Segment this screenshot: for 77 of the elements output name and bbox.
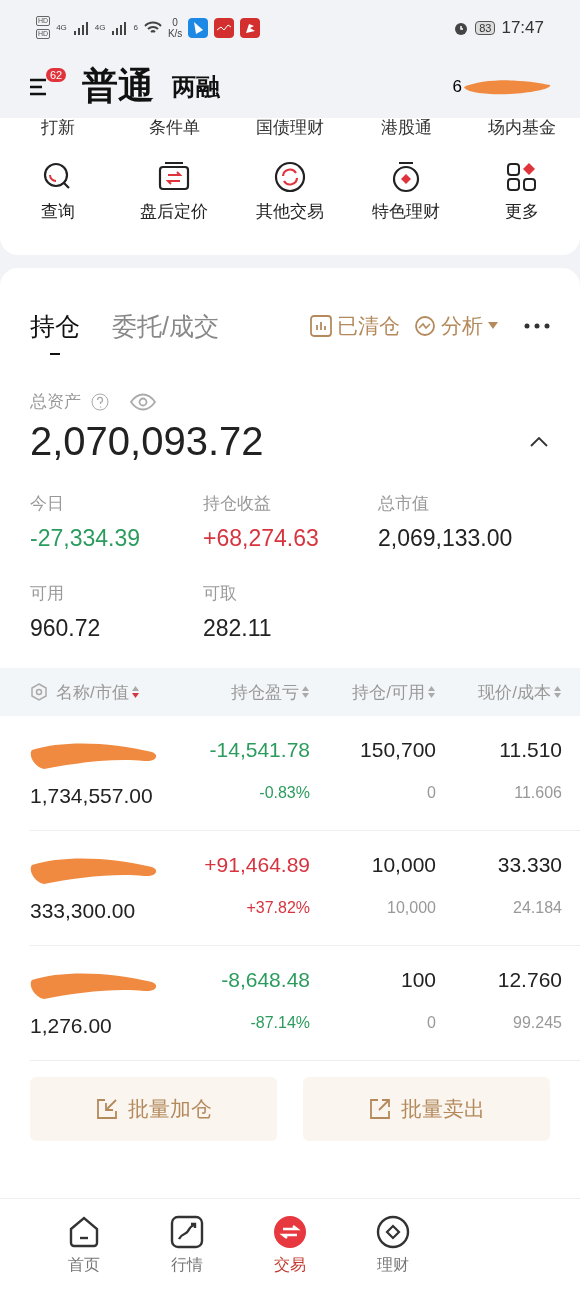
speed-value: 0 <box>172 16 178 28</box>
menu-item[interactable]: 更多 <box>505 200 539 223</box>
stat-label: 可用 <box>30 583 65 605</box>
chart-icon[interactable] <box>169 1215 204 1249</box>
stat-label: 总市值 <box>378 493 430 515</box>
stat-value: 282.11 <box>203 615 273 642</box>
wifi-icon <box>143 20 162 35</box>
account-tab[interactable]: 普通 <box>82 62 154 111</box>
table-cell-text: 12.760 <box>496 968 562 993</box>
table-cell-text: 0 <box>426 784 436 803</box>
more-icon[interactable] <box>524 323 550 329</box>
notification-badge: 62 <box>46 67 67 82</box>
table-cell-text: 11.606 <box>513 784 562 803</box>
nav-tab[interactable]: 理财 <box>377 1255 410 1276</box>
table-cell-text: 33.330 <box>496 853 562 878</box>
table-cell-text: 1,276.00 <box>30 1014 113 1038</box>
signal-icon <box>72 20 89 35</box>
table-cell-text: 99.245 <box>512 1014 562 1033</box>
table-cell-text: -87.14% <box>249 1014 310 1033</box>
menu-item[interactable]: 其他交易 <box>256 200 324 223</box>
app-icon <box>240 17 261 38</box>
stat-value: -27,334.39 <box>30 525 141 552</box>
stat-label: 今日 <box>30 493 65 515</box>
menu-item[interactable]: 条件单 <box>116 118 232 138</box>
table-cell-text: 0 <box>426 1014 436 1033</box>
clock-time: 17:47 <box>501 17 544 38</box>
table-cell-text: 11.510 <box>498 738 562 763</box>
table-cell-text: +37.82% <box>245 899 310 918</box>
app-icon <box>214 17 235 38</box>
nav-tab[interactable]: 行情 <box>170 1255 203 1276</box>
import-icon <box>95 1098 118 1120</box>
table-cell-text: +91,464.89 <box>203 853 310 878</box>
tab[interactable]: 委托/成交 <box>112 309 219 355</box>
table-cell-text: 150,700 <box>359 738 436 763</box>
network-label: 4G <box>56 23 67 32</box>
account-number: 6 <box>452 76 462 97</box>
trend-icon[interactable] <box>414 315 436 337</box>
table-cell-text: 10,000 <box>386 899 436 918</box>
stat-value: 960.72 <box>30 615 102 642</box>
total-assets-value: 2,070,093.72 <box>30 419 264 464</box>
table-cell-text: -14,541.78 <box>208 738 310 763</box>
dropdown-icon[interactable] <box>488 322 498 330</box>
table-cell-text: 1,734,557.00 <box>30 784 154 808</box>
nav-tab[interactable]: 交易 <box>274 1255 306 1276</box>
stat-value: +68,274.63 <box>203 525 320 552</box>
app-icon <box>188 17 209 38</box>
account-tab[interactable]: 两融 <box>172 70 220 103</box>
menu-item[interactable]: 盘后定价 <box>140 200 208 223</box>
tab[interactable]: 持仓 <box>30 309 80 355</box>
network-label: 6 <box>133 23 138 32</box>
battery-level: 83 <box>475 20 496 35</box>
menu-item[interactable]: 国债理财 <box>232 118 348 138</box>
table-cell-text: 333,300.00 <box>30 899 137 923</box>
menu-item[interactable]: 港股通 <box>348 118 464 138</box>
stat-value: 2,069,133.00 <box>378 525 514 552</box>
network-label: 4G <box>94 23 106 32</box>
menu-item[interactable]: 查询 <box>41 200 75 223</box>
table-cell-text: -0.83% <box>258 784 310 803</box>
export-icon <box>368 1098 391 1120</box>
stat-label: 持仓收益 <box>203 493 272 515</box>
total-assets-label: 总资产 <box>30 391 81 413</box>
grid-icon[interactable] <box>505 160 539 194</box>
table-cell-text: 100 <box>399 968 436 993</box>
signal-icon <box>111 20 128 35</box>
table-cell-text: 24.184 <box>512 899 562 918</box>
collapse-icon[interactable] <box>530 436 548 447</box>
bar-chart-icon[interactable] <box>310 315 332 337</box>
table-cell-text: -8,648.48 <box>220 968 310 993</box>
refresh-icon[interactable] <box>273 160 307 194</box>
menu-item[interactable]: 场内基金 <box>464 118 580 138</box>
stat-label: 可取 <box>203 583 238 605</box>
speed-unit: K/s <box>167 27 183 39</box>
table-cell-text: 10,000 <box>370 853 436 878</box>
wealth-icon[interactable] <box>376 1215 411 1249</box>
menu-item[interactable]: 特色理财 <box>372 200 440 223</box>
menu-item[interactable]: 打新 <box>0 118 116 138</box>
nav-tab[interactable]: 首页 <box>67 1255 100 1276</box>
